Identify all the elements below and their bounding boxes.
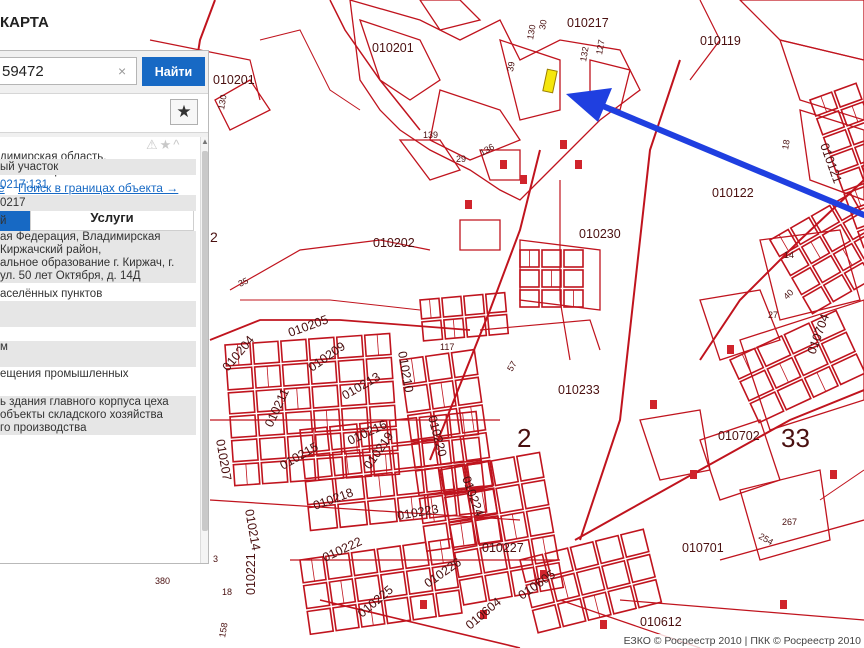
map-label: 010221 — [244, 553, 258, 595]
find-button[interactable]: Найти — [142, 57, 205, 86]
building-mark — [560, 140, 567, 149]
map-label: 139 — [423, 130, 438, 140]
card-attribute-row: ул. 50 лет Октября, д. 14Д — [0, 270, 196, 283]
card-attribute-row: 0217 — [0, 195, 196, 211]
card-attribute-row: й — [0, 215, 7, 227]
card-scrollbar[interactable]: ▲ — [200, 137, 208, 563]
search-panel: × Найти ★ ⚠★^ димирская область, альное … — [0, 50, 209, 564]
card-attribute-row: ь здания главного корпуса цеха — [0, 396, 196, 409]
building-mark — [420, 600, 427, 609]
card-attribute-row — [0, 328, 196, 341]
map-label: 3 — [213, 554, 218, 564]
map-label: 010122 — [712, 186, 754, 200]
map-label: 14 — [784, 250, 794, 260]
map-label: 010119 — [700, 34, 741, 48]
card-attribute-row: Киржачский район, — [0, 244, 196, 257]
map-label: 2 — [210, 229, 218, 245]
map-label: 010217 — [567, 16, 609, 30]
building-mark — [575, 160, 582, 169]
card-attribute-row — [0, 354, 196, 367]
building-mark — [500, 160, 507, 169]
map-label: 39 — [505, 61, 517, 73]
map-label: 010612 — [640, 615, 682, 629]
card-attribute-row: аселённых пунктов — [0, 288, 103, 300]
card-attribute-row: ый участок — [0, 159, 196, 175]
card-attribute-row — [0, 314, 196, 327]
card-actions-icon[interactable]: ⚠★^ — [146, 137, 181, 153]
card-attribute-row: м — [0, 341, 196, 354]
search-input[interactable] — [0, 57, 137, 85]
map-label: 010201 — [372, 41, 414, 55]
card-attribute-row: ая Федерация, Владимирская — [0, 231, 196, 244]
map-label: 27 — [768, 310, 778, 320]
search-row: × Найти — [0, 57, 208, 87]
map-label: 010233 — [558, 383, 600, 397]
building-mark — [727, 345, 734, 354]
building-mark — [600, 620, 607, 629]
map-label: 30 — [537, 19, 549, 31]
map-label: 380 — [155, 576, 170, 586]
card-attribute-row: альное образование г. Киржач, г. — [0, 257, 196, 270]
object-card: ⚠★^ димирская область, альное образовани… — [0, 137, 200, 563]
card-attribute-row: ещения промышленных — [0, 368, 129, 380]
card-attribute-row: объекты складского хозяйства — [0, 409, 196, 422]
card-attribute-row — [0, 381, 196, 394]
building-mark — [650, 400, 657, 409]
card-attribute-row: го производства — [0, 422, 196, 435]
map-label: 010201 — [213, 73, 255, 87]
map-label: 010227 — [482, 541, 524, 555]
map-label: 2 — [517, 423, 531, 453]
map-label: 267 — [782, 517, 797, 527]
building-mark — [780, 600, 787, 609]
panel-toolbar: ★ — [0, 93, 208, 133]
map-copyright: ЕЗКО © Росреестр 2010 | ПКК © Росреестр … — [615, 634, 864, 648]
scrollbar-thumb[interactable] — [202, 151, 208, 531]
building-mark — [465, 200, 472, 209]
card-attribute-row[interactable]: 0217:131 — [0, 177, 196, 193]
scroll-up-icon[interactable]: ▲ — [201, 137, 208, 146]
map-label: 010701 — [682, 541, 724, 555]
building-mark — [690, 470, 697, 479]
map-label: 18 — [780, 139, 792, 151]
building-mark — [520, 175, 527, 184]
card-attribute-row — [0, 301, 196, 314]
map-label: 18 — [222, 587, 232, 597]
map-label: 010230 — [579, 227, 621, 241]
building-mark — [830, 470, 837, 479]
map-label: 117 — [440, 342, 454, 352]
map-label: 29 — [456, 154, 466, 164]
map-label: 010202 — [373, 236, 415, 250]
clear-icon[interactable]: × — [118, 63, 126, 79]
map-label: 010702 — [718, 429, 760, 443]
favorite-star-icon[interactable]: ★ — [170, 99, 198, 125]
page-brand: КАРТА — [0, 14, 49, 31]
map-label: 33 — [781, 423, 810, 453]
